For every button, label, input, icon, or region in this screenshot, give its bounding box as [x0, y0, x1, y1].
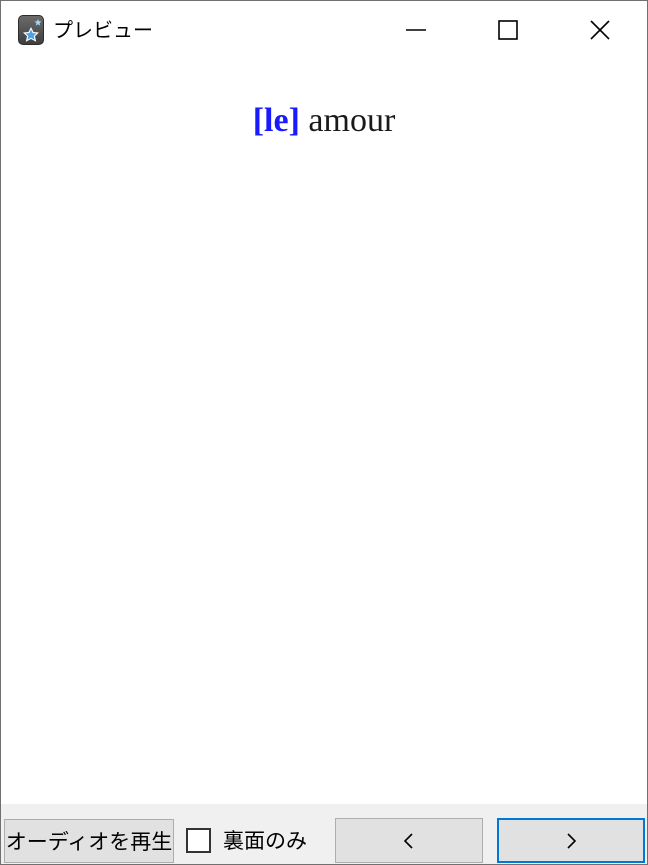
- maximize-button[interactable]: [462, 1, 554, 59]
- play-audio-button[interactable]: オーディオを再生: [4, 819, 174, 863]
- next-card-button[interactable]: [497, 818, 645, 863]
- close-icon: [590, 20, 610, 40]
- window-title: プレビュー: [53, 18, 153, 42]
- chevron-right-icon: [567, 832, 577, 849]
- chevron-left-icon: [403, 832, 413, 849]
- minimize-button[interactable]: [370, 1, 462, 59]
- preview-window: プレビュー [le] amour オーディオを再生 裏面のみ: [0, 0, 648, 865]
- anki-star-icon: [18, 15, 44, 45]
- card-front: [le] amour: [1, 99, 647, 143]
- bottom-toolbar: オーディオを再生 裏面のみ: [1, 804, 647, 864]
- maximize-icon: [498, 20, 518, 40]
- title-bar[interactable]: プレビュー: [1, 1, 647, 59]
- back-only-option[interactable]: 裏面のみ: [186, 823, 307, 857]
- card-word: amour: [308, 102, 396, 139]
- card-preview-area: [le] amour: [1, 59, 647, 804]
- minimize-icon: [406, 29, 426, 31]
- close-button[interactable]: [554, 1, 646, 59]
- card-article: [le]: [252, 102, 300, 139]
- back-only-label[interactable]: 裏面のみ: [223, 825, 307, 855]
- back-only-checkbox[interactable]: [186, 827, 211, 853]
- previous-card-button[interactable]: [335, 818, 483, 863]
